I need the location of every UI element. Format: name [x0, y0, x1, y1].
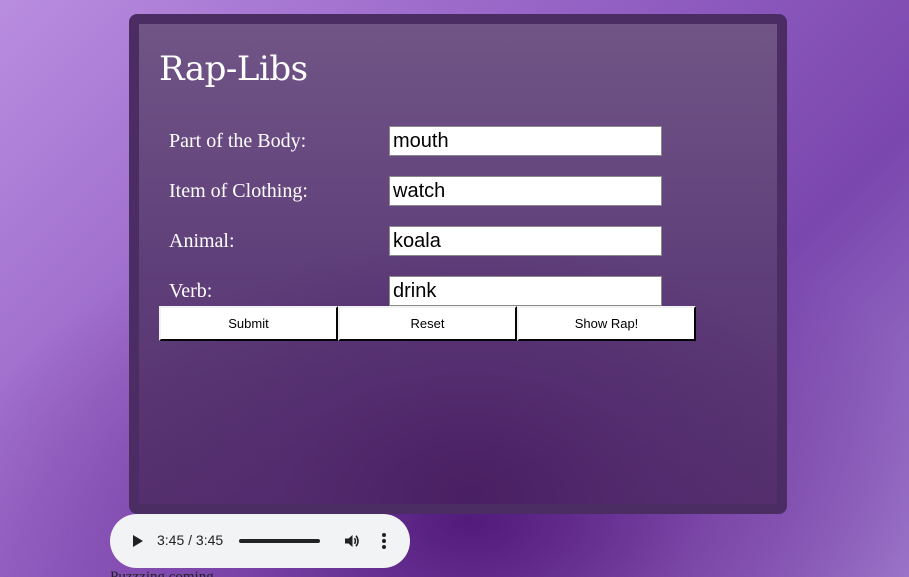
audio-player: 3:45 / 3:45: [110, 514, 410, 568]
body-part-label: Part of the Body:: [169, 130, 307, 152]
body-part-input[interactable]: [389, 126, 662, 156]
submit-button[interactable]: Submit: [159, 306, 338, 341]
field-row-clothing: Item of Clothing:: [169, 176, 669, 206]
play-icon[interactable]: [133, 535, 143, 547]
verb-label: Verb:: [169, 280, 213, 302]
clothing-label: Item of Clothing:: [169, 180, 308, 202]
animal-label: Animal:: [169, 230, 235, 252]
verb-input[interactable]: [389, 276, 662, 306]
audio-time: 3:45 / 3:45: [157, 532, 224, 548]
field-row-verb: Verb:: [169, 276, 669, 306]
form-panel: Rap-Libs Part of the Body: Item of Cloth…: [139, 24, 777, 504]
form-frame: Rap-Libs Part of the Body: Item of Cloth…: [129, 14, 787, 514]
clothing-input[interactable]: [389, 176, 662, 206]
field-row-animal: Animal:: [169, 226, 669, 256]
volume-icon[interactable]: [343, 532, 361, 550]
reset-button[interactable]: Reset: [338, 306, 517, 341]
field-row-body-part: Part of the Body:: [169, 126, 669, 156]
page-title: Rap-Libs: [159, 49, 308, 89]
audio-progress-track[interactable]: [239, 539, 320, 543]
more-options-icon[interactable]: [376, 531, 392, 551]
animal-input[interactable]: [389, 226, 662, 256]
footer-text: Puzzzing coming: [110, 569, 214, 577]
show-rap-button[interactable]: Show Rap!: [517, 306, 696, 341]
